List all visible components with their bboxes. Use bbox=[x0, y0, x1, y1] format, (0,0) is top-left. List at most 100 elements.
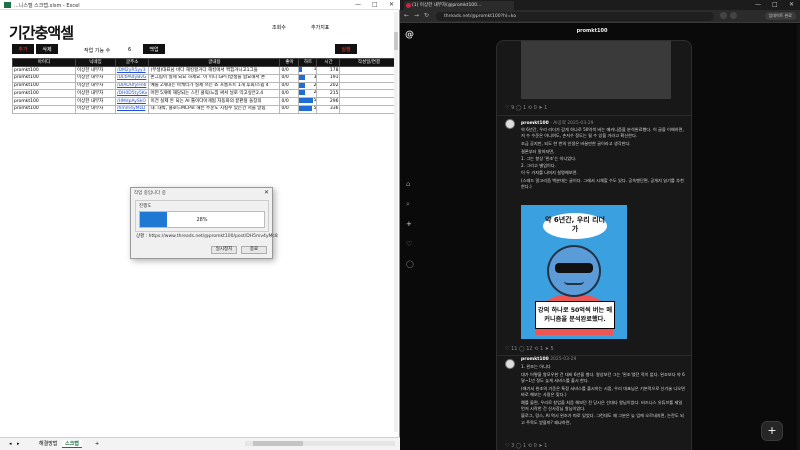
cell-content[interactable]: 어떤 5개에 해당되는 스킨 클릭/느낌 써서 닐로 막고싶은2.4 bbox=[148, 89, 281, 98]
cell-post-link[interactable]: /DLtPAdyBvG bbox=[114, 73, 150, 83]
forward-icon[interactable]: → bbox=[414, 12, 419, 19]
vertical-scrollbar[interactable] bbox=[394, 12, 398, 432]
cell-date[interactable] bbox=[339, 73, 399, 83]
cell-nickname[interactable]: 이상한 내부자 bbox=[75, 89, 116, 98]
profile-icon[interactable]: ◯ bbox=[406, 260, 414, 268]
cell-content[interactable]: 대. 대박, 클로드MCP로 해든 주문도 시킬수 있는건 저들 달림 bbox=[148, 104, 281, 114]
cell-hearts[interactable]: 3 bbox=[298, 73, 318, 83]
cell-date[interactable] bbox=[339, 66, 399, 75]
cell-date[interactable] bbox=[339, 104, 399, 114]
cell-nickname[interactable]: 이상한 내부자 bbox=[75, 73, 116, 83]
cell-post-link[interactable]: /DIAOUfyHn6 bbox=[114, 81, 150, 91]
stop-button[interactable]: 종료 bbox=[241, 246, 267, 254]
cell-hearts[interactable]: 2 bbox=[298, 81, 318, 91]
reload-icon[interactable]: ↻ bbox=[424, 12, 429, 19]
cell-id[interactable]: promkt100 bbox=[12, 97, 76, 106]
cell-hearts[interactable]: 5 bbox=[298, 97, 318, 106]
update-button[interactable]: 업데이트 완료 bbox=[764, 12, 796, 20]
run-button[interactable]: 실행 bbox=[335, 44, 357, 54]
profile-avatar-icon[interactable] bbox=[730, 12, 737, 19]
maximize-button[interactable]: □ bbox=[372, 1, 378, 8]
column-header[interactable]: 글주소 bbox=[114, 58, 150, 67]
backup-button[interactable]: 백업 bbox=[143, 44, 165, 54]
post1-actions[interactable]: ♡ 9 ◯ 1 ⟲ 0 ➤ 1 bbox=[505, 105, 547, 111]
activity-icon[interactable]: ♡ bbox=[406, 240, 412, 248]
column-header[interactable]: 아이디 bbox=[12, 58, 76, 67]
add-sheet-button[interactable]: + bbox=[92, 440, 102, 448]
cell-post-link[interactable]: /HMdpAySkO bbox=[114, 97, 150, 106]
cell-post-link[interactable]: /DM2yR5yy3 bbox=[114, 66, 150, 75]
home-icon[interactable]: ⌂ bbox=[406, 180, 410, 188]
post3-username[interactable]: promkt100 bbox=[521, 357, 549, 362]
cell-id[interactable]: promkt100 bbox=[12, 104, 76, 114]
cell-id[interactable]: promkt100 bbox=[12, 73, 76, 83]
close-button[interactable]: ✕ bbox=[389, 1, 394, 8]
cell-id[interactable]: promkt100 bbox=[12, 66, 76, 75]
cell-nickname[interactable]: 이상한 내부자 bbox=[75, 97, 116, 106]
scrollbar-thumb[interactable] bbox=[394, 32, 398, 50]
work-count-value[interactable]: 6 bbox=[128, 47, 131, 53]
cell-time[interactable]: 296 bbox=[316, 97, 341, 106]
cell-date[interactable] bbox=[339, 89, 399, 98]
column-header[interactable]: 작성일/연결 bbox=[339, 58, 399, 67]
cell-content[interactable]: (무생)대표님 바다 해킹할거다 해킹에서 쩍힘거니고1그들 bbox=[148, 66, 281, 75]
cell-time[interactable]: 336 bbox=[316, 104, 341, 114]
cell-likes[interactable]: 0/0 bbox=[279, 66, 300, 75]
create-post-button[interactable]: + bbox=[761, 421, 783, 441]
cell-time[interactable]: 215 bbox=[316, 89, 341, 98]
post-image-screenshot[interactable] bbox=[521, 41, 671, 99]
create-icon[interactable]: + bbox=[406, 220, 412, 228]
cell-time[interactable]: 178 bbox=[316, 66, 341, 75]
browser-maximize-button[interactable]: □ bbox=[772, 1, 778, 8]
column-header[interactable]: 하트 bbox=[298, 58, 318, 67]
cell-hearts[interactable]: 5 bbox=[298, 104, 318, 114]
post2-image[interactable]: 약 6년간, 우리 리더가 강의 하나로 50억씩 버는 메커니즘을 분석완료했… bbox=[521, 205, 627, 339]
cell-time[interactable]: 202 bbox=[316, 81, 341, 91]
search-icon[interactable]: ⌕ bbox=[406, 200, 410, 209]
cell-likes[interactable]: 0/0 bbox=[279, 81, 300, 91]
browser-tab[interactable]: (1) 이상한 내부자(@promkt100... bbox=[404, 1, 514, 10]
threads-logo-icon[interactable]: @ bbox=[405, 30, 415, 40]
cell-hearts[interactable]: 1 bbox=[298, 66, 318, 75]
column-header[interactable]: 시간 bbox=[316, 58, 341, 67]
cell-date[interactable] bbox=[339, 81, 399, 91]
minimize-button[interactable]: — bbox=[355, 1, 361, 8]
cell-id[interactable]: promkt100 bbox=[12, 81, 76, 91]
cell-nickname[interactable]: 이상한 내부자 bbox=[75, 81, 116, 91]
cell-content[interactable]: 예를 2개대는 마케터가 실제 쓰는 쇼 프롬프트 1개 후회/스쉽 4 bbox=[148, 81, 281, 91]
cell-content[interactable]: 손그림이 실제 되요 하세요. 이 미니 GPT)방생을 합요해서 손 bbox=[148, 73, 281, 83]
column-header[interactable]: 글내용 bbox=[148, 58, 281, 67]
hscroll-thumb[interactable] bbox=[253, 441, 303, 446]
add-button[interactable]: 추가 bbox=[12, 44, 34, 54]
cell-likes[interactable]: 0/0 bbox=[279, 73, 300, 83]
avatar[interactable] bbox=[505, 119, 515, 129]
pause-button[interactable]: 일시정지 bbox=[211, 246, 237, 254]
cell-post-link[interactable]: /hmm4yMzD bbox=[114, 104, 150, 114]
post3-actions[interactable]: ♡ 3 ◯ 1 ⟲ 0 ➤ 1 bbox=[505, 443, 547, 449]
sheet-scroll-right[interactable]: ▸ bbox=[14, 440, 23, 448]
cell-likes[interactable]: 0/0 bbox=[279, 97, 300, 106]
post2-username[interactable]: promkt100 bbox=[521, 121, 549, 126]
avatar[interactable] bbox=[505, 359, 515, 369]
cell-nickname[interactable]: 이상한 내부자 bbox=[75, 66, 116, 75]
dialog-close-icon[interactable]: ✕ bbox=[264, 189, 269, 196]
browser-minimize-button[interactable]: — bbox=[755, 1, 761, 8]
extension-icon[interactable] bbox=[720, 12, 727, 19]
cell-hearts[interactable]: 2 bbox=[298, 89, 318, 98]
post2-actions[interactable]: ♡ 11 ◯ 12 ⟲ 1 ➤ 5 bbox=[505, 346, 554, 352]
cell-date[interactable] bbox=[339, 97, 399, 106]
address-bar[interactable]: threads.net/@promkt100?hl=ko bbox=[436, 12, 714, 21]
cell-nickname[interactable]: 이상한 내부자 bbox=[75, 104, 116, 114]
cell-likes[interactable]: 0/0 bbox=[279, 89, 300, 98]
sheet-tab-solution[interactable]: 해결방법 bbox=[36, 440, 60, 448]
column-header[interactable]: 닉네임 bbox=[75, 58, 116, 67]
cell-likes[interactable]: 0/0 bbox=[279, 104, 300, 114]
back-icon[interactable]: ← bbox=[404, 12, 409, 19]
horizontal-scrollbar[interactable] bbox=[245, 441, 395, 446]
browser-close-button[interactable]: ✕ bbox=[789, 1, 794, 8]
sheet-tab-scrap[interactable]: 스크랩 bbox=[62, 440, 82, 448]
column-header[interactable]: 좋아 bbox=[279, 58, 300, 67]
cell-id[interactable]: promkt100 bbox=[12, 89, 76, 98]
delete-button[interactable]: 삭제 bbox=[36, 44, 58, 54]
cell-time[interactable]: 191 bbox=[316, 73, 341, 83]
